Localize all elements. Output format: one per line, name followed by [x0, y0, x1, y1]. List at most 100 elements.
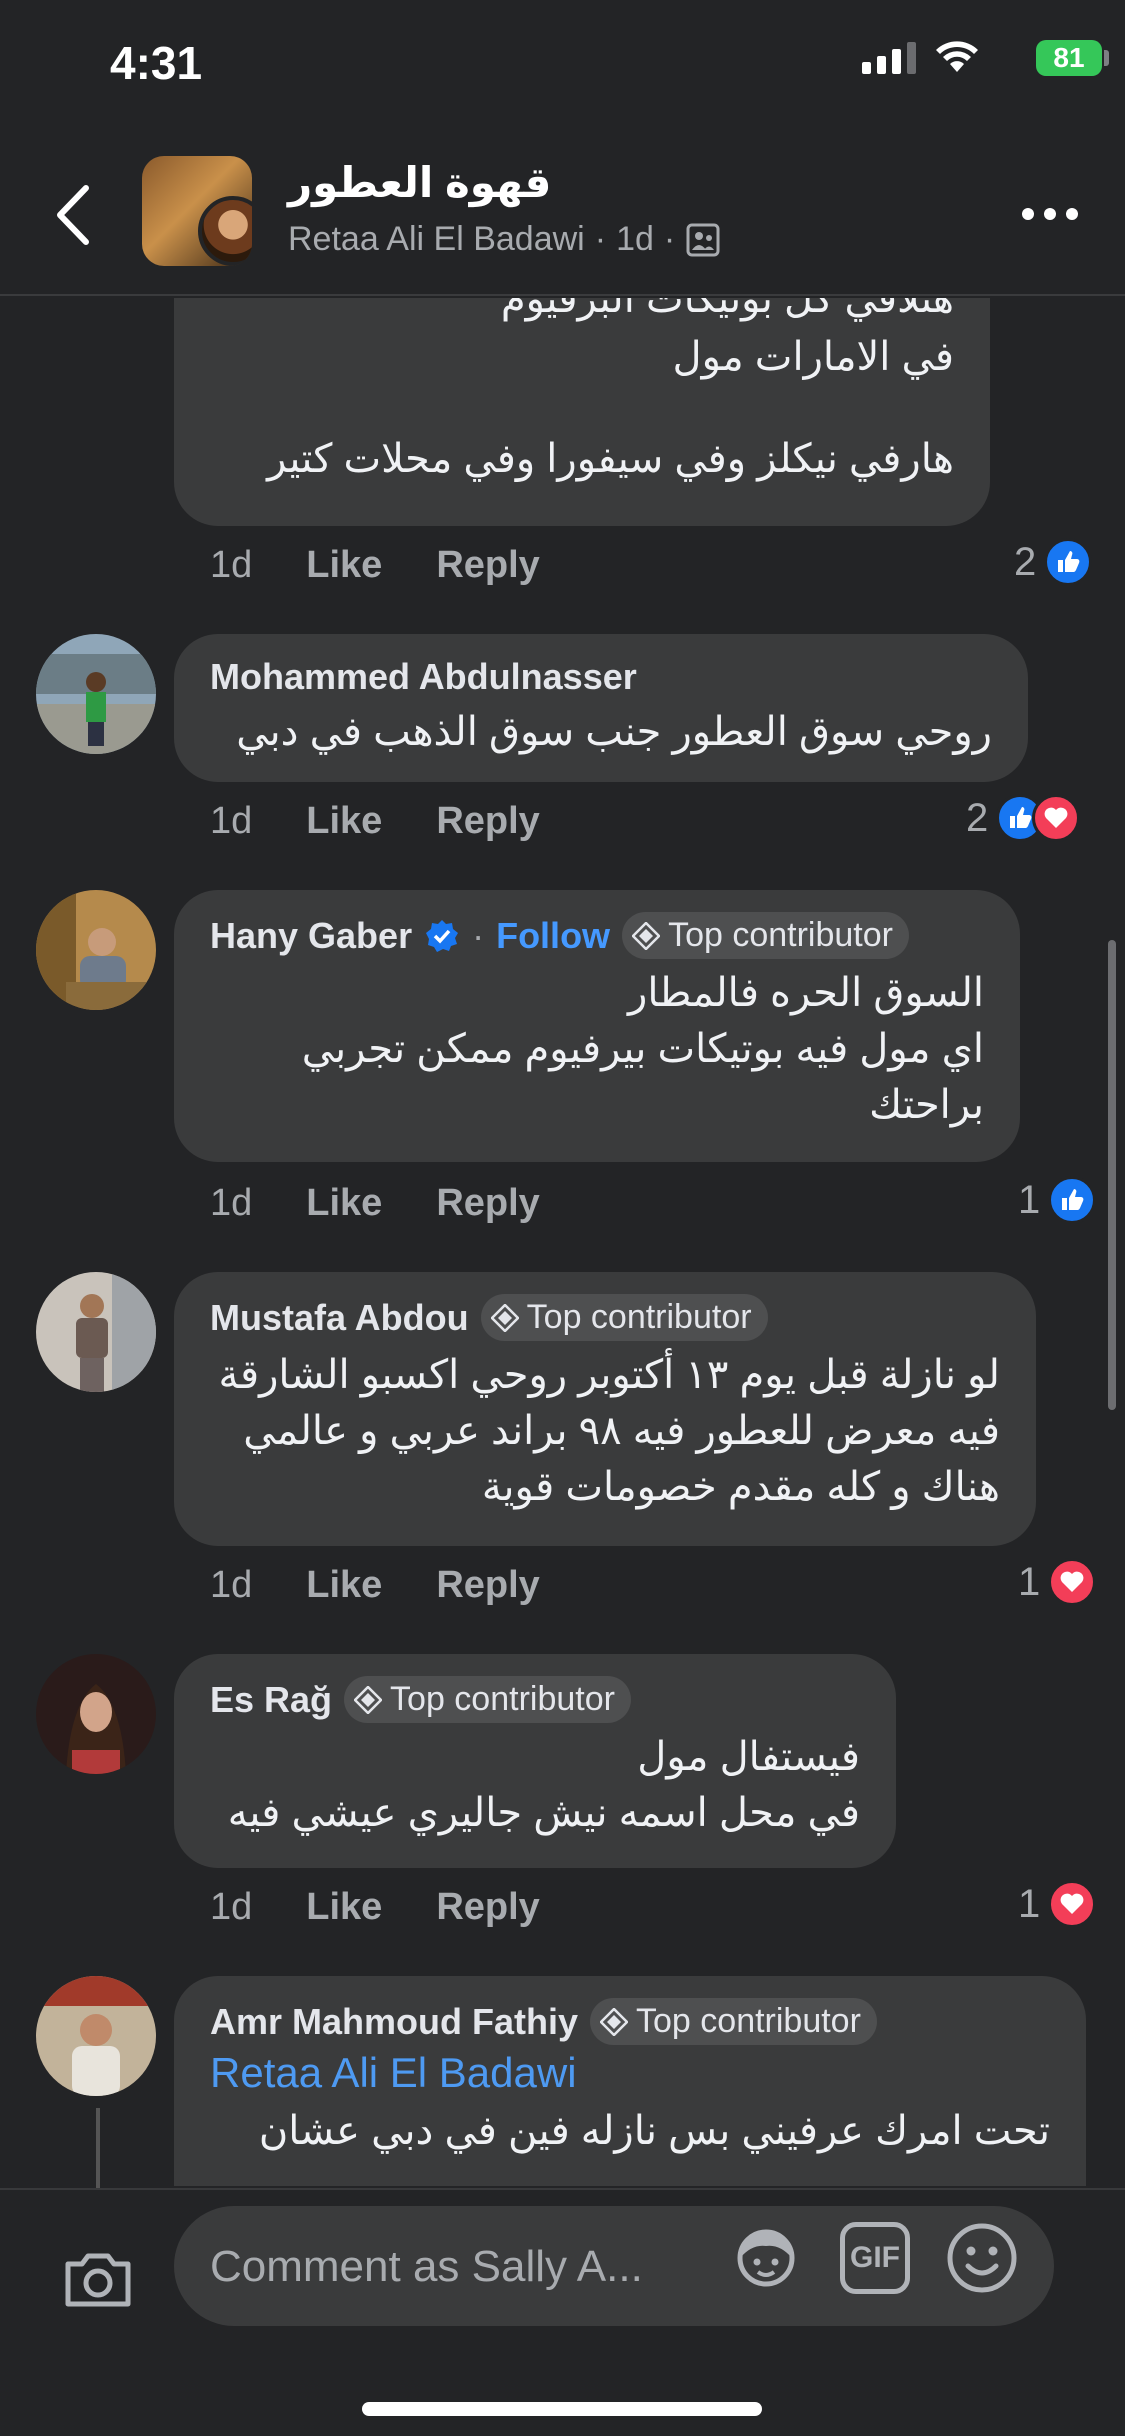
gif-label: GIF [850, 2241, 900, 2274]
comment-line: تحت امرك عرفيني بس نازله فين في دبي عشان [258, 2109, 1050, 2153]
author-avatar[interactable] [198, 196, 252, 266]
home-indicator[interactable] [362, 2402, 762, 2416]
wifi-icon [936, 41, 978, 72]
emoji-icon[interactable] [944, 2220, 1020, 2296]
meta-separator: · [594, 220, 607, 258]
badge-label: Top contributor [526, 1298, 752, 1336]
reaction-summary[interactable]: 2 [1014, 538, 1093, 586]
commenter-avatar[interactable] [36, 1976, 156, 2096]
top-contributor-badge: Top contributor [622, 912, 909, 959]
reply-thread-line [96, 2108, 100, 2188]
commenter-name[interactable]: Amr Mahmoud Fathiy [210, 2001, 578, 2043]
reply-button[interactable]: Reply [436, 800, 539, 843]
comment-line: في محل اسمه نيش جاليري عيشي فيه [227, 1791, 860, 1835]
top-contributor-badge: Top contributor [590, 1998, 877, 2045]
post-age: 1d [616, 220, 654, 258]
like-button[interactable]: Like [306, 800, 382, 843]
author-name[interactable]: Retaa Ali El Badawi [288, 220, 585, 259]
reply-button[interactable]: Reply [436, 1564, 539, 1607]
like-reaction-icon [1044, 538, 1093, 586]
comments-list: هتلاقي كل بوتيكات البرفيوم في الامارات م… [0, 298, 1125, 2186]
comment-bubble[interactable]: Es Rağ Top contributor فيستفال مول في مح… [174, 1654, 896, 1868]
comment-line-blank [210, 386, 954, 430]
comment-age: 1d [210, 1182, 253, 1224]
commenter-avatar[interactable] [36, 1654, 156, 1774]
top-contributor-badge: Top contributor [480, 1294, 768, 1341]
comment-line: في الامارات مول [672, 335, 954, 379]
scrollbar[interactable] [1108, 940, 1116, 1410]
comment-line: براحتك [869, 1083, 984, 1127]
top-contributor-icon [632, 921, 661, 950]
love-reaction-icon [1048, 1558, 1097, 1606]
comment-actions: 1d Like Reply [210, 800, 540, 843]
commenter-avatar[interactable] [36, 634, 156, 754]
commenter-name[interactable]: Hany Gaber [210, 915, 412, 957]
avatar-sticker-icon[interactable] [728, 2222, 804, 2298]
reaction-summary[interactable]: 1 [1018, 1880, 1097, 1928]
badge-label: Top contributor [668, 916, 893, 954]
commenter-avatar[interactable] [36, 1272, 156, 1392]
comment-line: روحي سوق العطور جنب سوق الذهب في دبي [236, 710, 992, 754]
comment-line: هناك و كله مقدم خصومات قوية [481, 1465, 1000, 1509]
reaction-count: 2 [1014, 539, 1037, 584]
comment-input[interactable]: Comment as Sally A... [174, 2206, 1054, 2326]
reply-button[interactable]: Reply [436, 1182, 539, 1225]
more-options-icon[interactable] [1022, 208, 1078, 220]
avatar-photo [36, 1272, 156, 1392]
comment-line: هتلاقي كل بوتيكات البرفيوم [500, 298, 954, 321]
like-button[interactable]: Like [306, 1182, 382, 1225]
commenter-name[interactable]: Es Rağ [210, 1679, 332, 1721]
reply-button[interactable]: Reply [436, 544, 539, 587]
comment-bubble[interactable]: Mohammed Abdulnasser روحي سوق العطور جنب… [174, 634, 1028, 782]
reaction-summary[interactable]: 1 [1018, 1176, 1097, 1224]
reaction-summary[interactable]: 2 [966, 794, 1081, 842]
comment-bubble[interactable]: Hany Gaber · Follow Top contributor السو… [174, 890, 1020, 1162]
reaction-count: 1 [1018, 1881, 1041, 1926]
group-avatar[interactable] [142, 156, 252, 266]
commenter-name[interactable]: Mohammed Abdulnasser [210, 656, 637, 698]
like-button[interactable]: Like [306, 544, 382, 587]
back-arrow-icon[interactable] [48, 180, 98, 250]
reply-button[interactable]: Reply [436, 1886, 539, 1929]
comment-bubble[interactable]: Mustafa Abdou Top contributor لو نازلة ق… [174, 1272, 1036, 1546]
follow-button[interactable]: Follow [496, 915, 610, 957]
comment-line: فيستفال مول [637, 1735, 860, 1779]
comment-line: فيه معرض للعطور فيه ٩٨ براند عربي و عالم… [243, 1409, 1000, 1453]
comment-age: 1d [210, 1564, 253, 1606]
cellular-signal-icon [862, 42, 916, 74]
avatar-photo [36, 634, 156, 754]
battery-tip [1104, 50, 1109, 66]
battery-level: 81 [1053, 42, 1085, 73]
commenter-name[interactable]: Mustafa Abdou [210, 1297, 469, 1339]
comment-line: هارفي نيكلز وفي سيفورا وفي محلات كتير [267, 437, 954, 481]
comment-text: هتلاقي كل بوتيكات البرفيوم في الامارات م… [210, 298, 954, 488]
group-name[interactable]: قهوة العطور [288, 158, 551, 207]
comment-line: السوق الحره فالمطار [628, 971, 984, 1015]
reaction-count: 2 [966, 795, 989, 840]
top-contributor-icon [354, 1685, 383, 1714]
comment-text: السوق الحره فالمطار اي مول فيه بوتيكات ب… [210, 965, 984, 1133]
comment-text: روحي سوق العطور جنب سوق الذهب في دبي [210, 704, 992, 760]
avatar-photo [36, 1976, 156, 2096]
top-contributor-icon [600, 2007, 629, 2036]
avatar-photo [36, 1654, 156, 1774]
comment-age: 1d [210, 800, 253, 842]
like-button[interactable]: Like [306, 1564, 382, 1607]
comment-actions: 1d Like Reply [210, 1182, 540, 1225]
love-reaction-icon [1032, 794, 1081, 842]
mention-link[interactable]: Retaa Ali El Badawi [210, 2049, 1050, 2097]
avatar-photo [36, 890, 156, 1010]
like-button[interactable]: Like [306, 1886, 382, 1929]
comment-actions: 1d Like Reply [210, 1886, 540, 1929]
commenter-avatar[interactable] [36, 890, 156, 1010]
gif-button[interactable]: GIF [840, 2222, 910, 2294]
reaction-summary[interactable]: 1 [1018, 1558, 1097, 1606]
comment-bubble[interactable]: Amr Mahmoud Fathiy Top contributor Retaa… [174, 1976, 1086, 2186]
comment-composer: Comment as Sally A... GIF [0, 2188, 1125, 2436]
battery-icon: 81 [1036, 40, 1102, 76]
comment-bubble[interactable]: هتلاقي كل بوتيكات البرفيوم في الامارات م… [174, 298, 990, 526]
comment-line: اي مول فيه بوتيكات بيرفيوم ممكن تجربي [301, 1027, 984, 1071]
comment-text: لو نازلة قبل يوم ١٣ أكتوبر روحي اكسبو ال… [210, 1347, 1000, 1515]
camera-icon[interactable] [62, 2250, 134, 2310]
verified-badge-icon [426, 919, 459, 952]
